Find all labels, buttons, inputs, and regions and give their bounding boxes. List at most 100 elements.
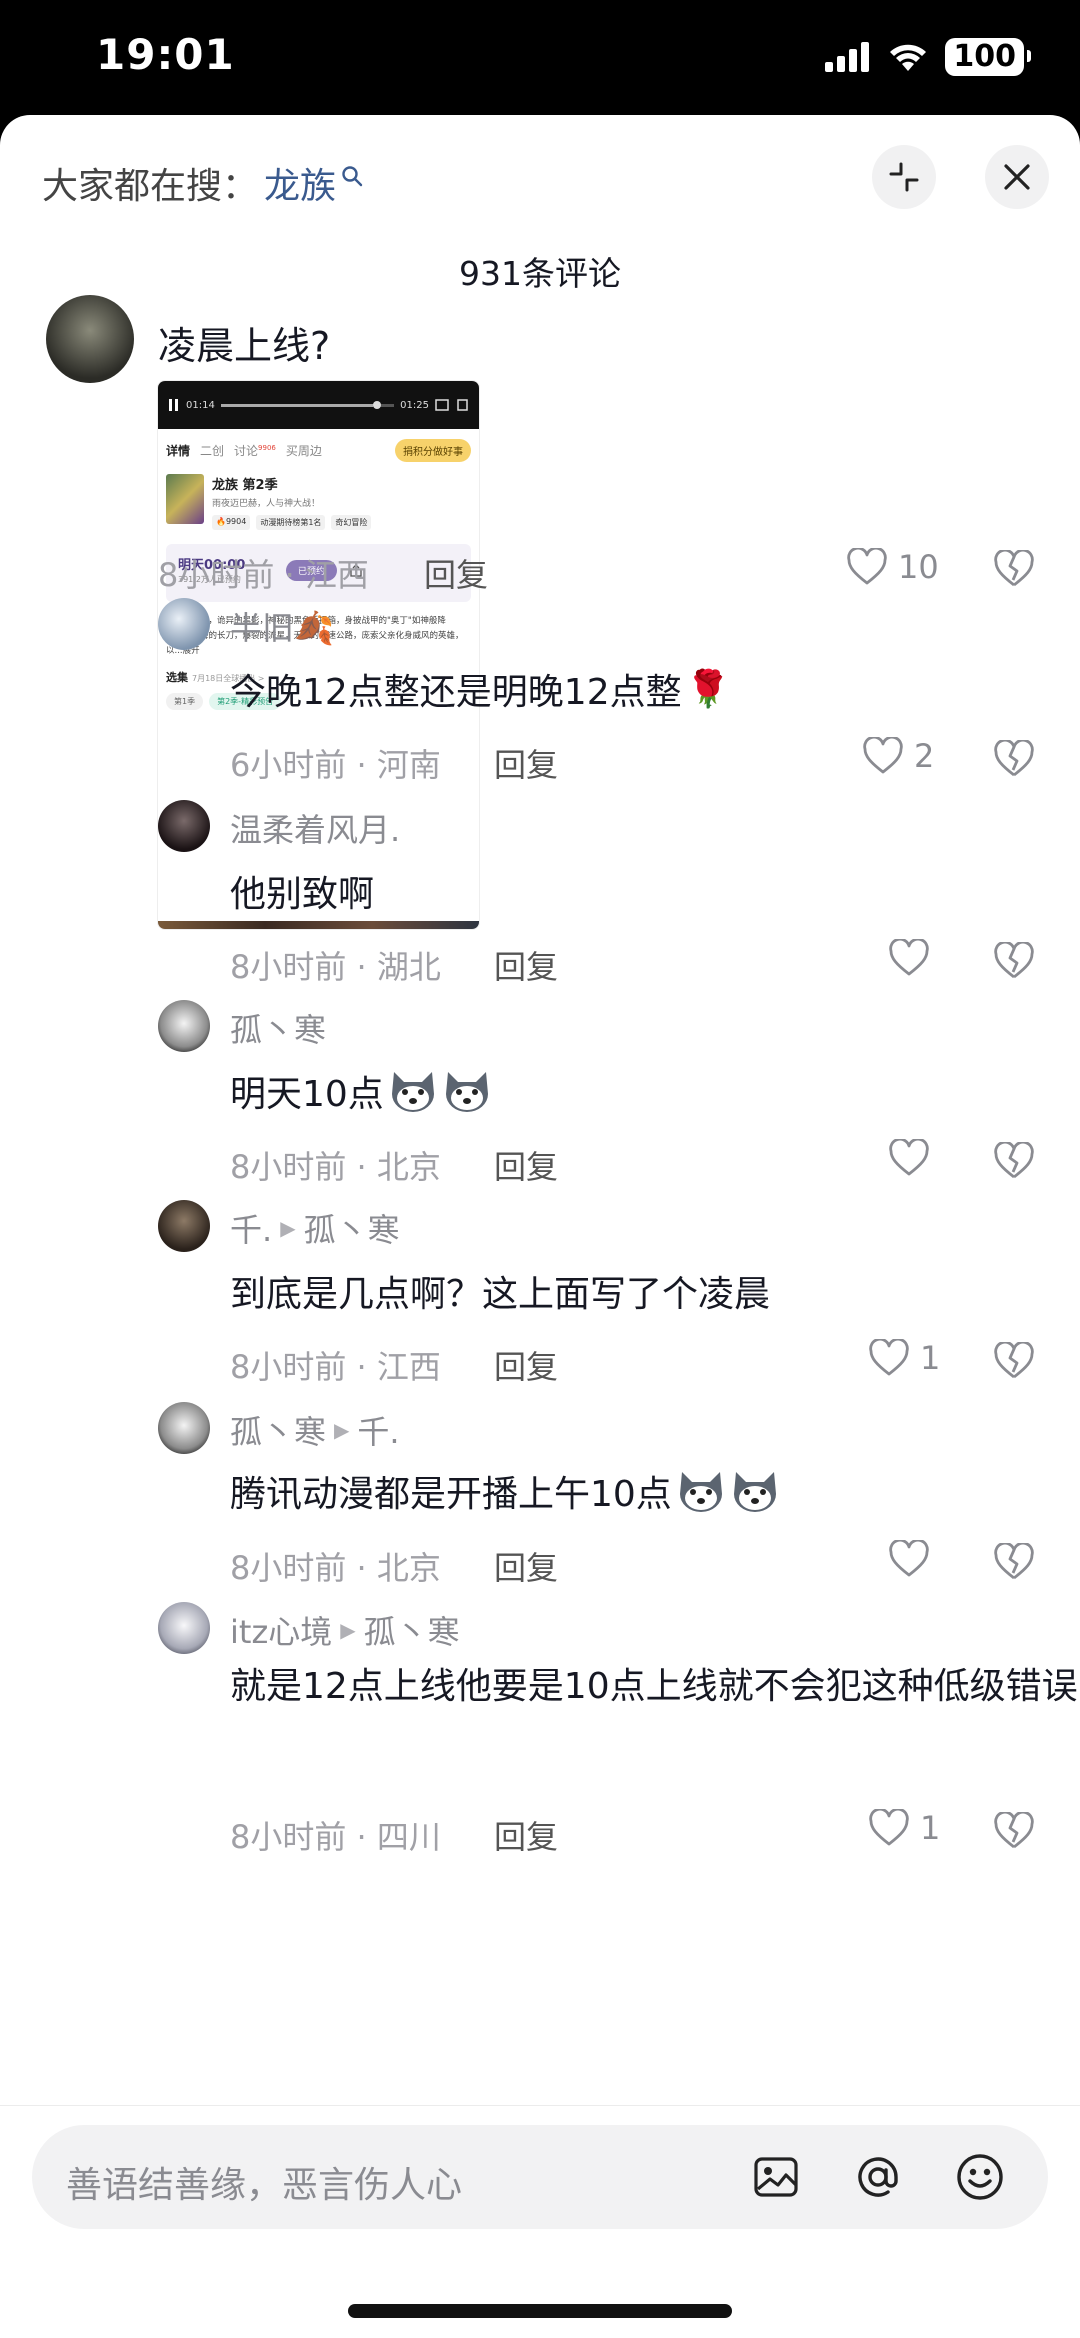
like-button[interactable] <box>888 939 930 977</box>
tab: 二创 <box>200 444 225 458</box>
heart-icon <box>847 548 887 585</box>
comment-input-placeholder: 善语结善缘，恶言伤人心 <box>66 2165 463 2206</box>
comment-meta: 8小时前 · 江西 <box>158 556 369 594</box>
battery-indicator: 100 <box>945 38 1031 76</box>
show-tags: 🔥9904 动漫期待榜第1名 奇幻冒险 <box>212 515 372 530</box>
comment-input[interactable]: 善语结善缘，恶言伤人心 <box>32 2125 1048 2229</box>
signal-icon <box>825 42 870 72</box>
player-time: 01:14 <box>186 399 215 411</box>
heart-icon <box>863 737 903 774</box>
reply-to-username[interactable]: 孤丶寒 <box>364 1607 460 1653</box>
heart-icon <box>869 1809 909 1846</box>
like-button[interactable]: 1 <box>868 1339 940 1377</box>
detail-tabs: 详情 二创 讨论9906 买周边 捐积分做好事 <box>158 429 479 462</box>
reply-button[interactable]: 回复 <box>424 550 488 596</box>
reply-button[interactable]: 回复 <box>494 1342 558 1388</box>
status-time: 19:01 <box>96 30 235 79</box>
avatar[interactable] <box>46 295 134 383</box>
comment-text: 凌晨上线? <box>158 324 331 368</box>
comment-meta: 6小时前 · 河南 <box>230 746 441 784</box>
comment-count: 931条评论 <box>459 254 621 293</box>
like-count: 10 <box>898 548 939 586</box>
username[interactable]: itz心境 <box>230 1607 332 1653</box>
like-button[interactable] <box>888 1139 930 1177</box>
username-row: 千. ▶ 孤丶寒 <box>230 1205 400 1251</box>
avatar[interactable] <box>158 1602 210 1654</box>
at-icon <box>858 2157 898 2197</box>
username[interactable]: 千. <box>230 1205 272 1251</box>
emoji-button[interactable] <box>954 2151 1006 2203</box>
comment-text-row: 腾讯动漫都是开播上午10点 <box>230 1465 780 1517</box>
heart-icon <box>869 1339 909 1376</box>
thumbnail-strip <box>158 921 479 929</box>
like-button[interactable] <box>888 1540 930 1578</box>
show-title: 龙族 第2季 <box>212 478 278 493</box>
image-button[interactable] <box>750 2151 802 2203</box>
fullscreen-icon <box>457 399 468 411</box>
tab-label: 讨论 <box>234 444 259 458</box>
status-bar: 19:01 100 <box>0 0 1080 115</box>
avatar[interactable] <box>158 800 210 852</box>
reply-button[interactable]: 回复 <box>494 1812 558 1858</box>
home-indicator[interactable] <box>348 2304 732 2318</box>
search-icon <box>342 166 363 187</box>
broken-heart-icon[interactable] <box>993 740 1035 778</box>
episode-chip: 第1季 <box>166 693 204 710</box>
like-button[interactable]: 2 <box>862 737 934 775</box>
like-button[interactable]: 1 <box>868 1809 940 1847</box>
broken-heart-icon[interactable] <box>993 550 1035 588</box>
mention-button[interactable] <box>852 2151 904 2203</box>
avatar[interactable] <box>158 598 210 650</box>
comment-text: 明天10点 <box>230 1074 384 1115</box>
reply-button[interactable]: 回复 <box>494 1142 558 1188</box>
reply-to-username[interactable]: 孤丶寒 <box>304 1205 400 1251</box>
reply-to-username[interactable]: 千. <box>357 1407 399 1453</box>
username-row: itz心境 ▶ 孤丶寒 <box>230 1607 460 1653</box>
collapse-button[interactable] <box>872 145 936 209</box>
avatar[interactable] <box>158 1200 210 1252</box>
username[interactable]: 孤丶寒 <box>230 1005 326 1051</box>
show-subtitle: 雨夜迈巴赫，人与神大战！ <box>212 499 321 509</box>
username[interactable]: 半旧🍂 <box>230 603 334 649</box>
search-suggestion[interactable]: 大家都在搜： 龙族 <box>42 157 364 209</box>
like-count: 1 <box>920 1809 941 1847</box>
wifi-icon <box>890 44 927 71</box>
heart-icon <box>889 939 929 976</box>
avatar[interactable] <box>158 1402 210 1454</box>
comment-meta: 8小时前 · 湖北 <box>230 948 441 986</box>
status-icons: 100 <box>825 38 1031 76</box>
broken-heart-icon[interactable] <box>993 1142 1035 1180</box>
video-player-bar: 01:14 01:25 <box>158 381 479 429</box>
like-button[interactable]: 10 <box>846 548 939 586</box>
avatar[interactable] <box>158 1000 210 1052</box>
tab: 讨论9906 <box>234 442 276 459</box>
poster-image <box>166 474 204 524</box>
reply-button[interactable]: 回复 <box>494 942 558 988</box>
reply-button[interactable]: 回复 <box>494 740 558 786</box>
heart-icon <box>889 1540 929 1577</box>
tab: 买周边 <box>285 444 322 458</box>
username[interactable]: 孤丶寒 <box>230 1407 326 1453</box>
comments-sheet: 大家都在搜： 龙族 931条评论 凌晨上线? 01:14 01:25 详情 二创… <box>0 115 1080 2338</box>
broken-heart-icon[interactable] <box>993 1543 1035 1581</box>
select-label: 选集 <box>166 671 188 684</box>
close-icon <box>1004 164 1030 190</box>
broken-heart-icon[interactable] <box>993 1812 1035 1850</box>
comment-meta: 8小时前 · 江西 <box>230 1348 441 1386</box>
heart-icon <box>889 1139 929 1176</box>
search-prefix: 大家都在搜： <box>42 166 259 207</box>
username[interactable]: 温柔着风月. <box>230 805 400 851</box>
broken-heart-icon[interactable] <box>993 942 1035 980</box>
reply-arrow-icon: ▶ <box>334 1418 350 1442</box>
reply-button[interactable]: 回复 <box>494 1543 558 1589</box>
husky-emoji-icon <box>733 1472 776 1512</box>
image-icon <box>754 2157 798 2197</box>
collapse-icon <box>889 162 919 192</box>
broken-heart-icon[interactable] <box>993 1342 1035 1380</box>
comment-text: 他别致啊 <box>230 874 375 915</box>
search-keyword[interactable]: 龙族 <box>264 157 336 209</box>
comment-text: 就是12点上线他要是10点上线就不会犯这种低级错误 <box>230 1666 1078 1707</box>
close-button[interactable] <box>985 145 1049 209</box>
tag: 动漫期待榜第1名 <box>256 515 326 530</box>
tag: 奇幻冒险 <box>331 515 372 530</box>
